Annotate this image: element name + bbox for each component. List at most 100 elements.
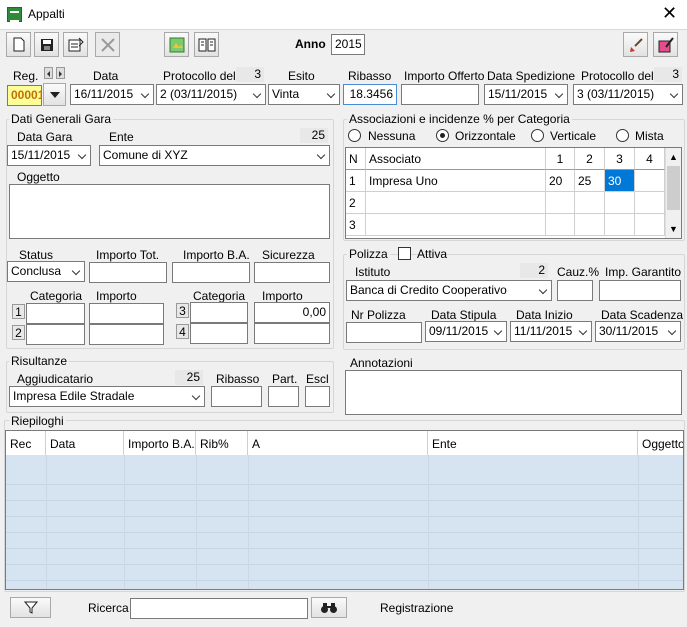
ribasso-input[interactable]: 18.3456: [343, 84, 397, 105]
escl-input[interactable]: [305, 386, 330, 407]
ente-count: 25: [300, 128, 328, 143]
riep-col-oggetto[interactable]: Oggetto: [638, 431, 683, 457]
grid-row-1-c2[interactable]: 25: [575, 170, 605, 192]
importo-4-input[interactable]: [254, 323, 330, 344]
new-document-button[interactable]: [6, 32, 31, 57]
grid-row-2-c1[interactable]: [546, 192, 575, 214]
book-button[interactable]: [194, 32, 219, 57]
ente-combo[interactable]: Comune di XYZ: [99, 145, 330, 166]
riepiloghi-title: Riepiloghi: [9, 414, 66, 428]
grid-row-3-c4[interactable]: [635, 214, 665, 236]
grid-row-2-c2[interactable]: [575, 192, 605, 214]
reg-input[interactable]: 00001: [7, 85, 42, 106]
associazioni-title: Associazioni e incidenze % per Categoria: [347, 112, 572, 126]
properties-icon: [68, 37, 84, 52]
aggiudicatario-combo[interactable]: Impresa Edile Stradale: [9, 386, 205, 407]
anno-input[interactable]: 2015: [331, 34, 365, 55]
scroll-up-icon[interactable]: ▲: [669, 152, 678, 162]
grid-row-1-associato[interactable]: Impresa Uno: [366, 170, 546, 192]
importo-2-input[interactable]: [89, 324, 164, 345]
edit-icon: [658, 36, 674, 52]
grid-header-4: 4: [635, 148, 665, 170]
search-button[interactable]: [311, 597, 347, 618]
importo-ba-input[interactable]: [172, 262, 250, 283]
app-icon: [7, 7, 22, 22]
grid-row-3-c2[interactable]: [575, 214, 605, 236]
dati-gara-title: Dati Generali Gara: [9, 112, 114, 126]
data-spedizione-combo[interactable]: 15/11/2015: [484, 84, 568, 105]
data-gara-combo[interactable]: 15/11/2015: [7, 145, 91, 166]
categoria-3-input[interactable]: [190, 302, 248, 323]
grid-row-3-c3[interactable]: [605, 214, 635, 236]
attiva-checkbox[interactable]: [398, 247, 411, 260]
protocollo2-combo[interactable]: 3 (03/11/2015): [573, 84, 683, 105]
prev-record-icon[interactable]: [44, 67, 53, 79]
grid-row-1-c3[interactable]: 30: [605, 170, 635, 192]
radio-verticale[interactable]: [531, 129, 544, 142]
radio-nessuna[interactable]: [348, 129, 361, 142]
grid-row-2-associato[interactable]: [366, 192, 546, 214]
imp-garantito-label: Imp. Garantito: [605, 265, 682, 279]
riep-col-rec[interactable]: Rec: [6, 431, 46, 457]
grid-row-3-c1[interactable]: [546, 214, 575, 236]
anno-label: Anno: [295, 37, 326, 51]
funnel-icon: [23, 601, 38, 614]
brush-button[interactable]: [623, 32, 648, 57]
sicurezza-input[interactable]: [254, 262, 330, 283]
cauz-input[interactable]: [557, 280, 593, 301]
riep-col-importo-ba[interactable]: Importo B.A.: [124, 431, 196, 457]
data-inizio-combo[interactable]: 11/11/2015: [510, 321, 592, 342]
data-spedizione-label: Data Spedizione: [487, 69, 576, 83]
part-input[interactable]: [268, 386, 299, 407]
grid-row-1-c4[interactable]: [635, 170, 665, 192]
riep-col-rib[interactable]: Rib%: [196, 431, 248, 457]
grid-scroll-thumb[interactable]: [667, 166, 680, 210]
esito-combo[interactable]: Vinta: [268, 84, 340, 105]
grid-row-1-c1[interactable]: 20: [546, 170, 575, 192]
grid-row-3-associato[interactable]: [366, 214, 546, 236]
filter-button[interactable]: [10, 597, 51, 618]
grid-row-2-c3[interactable]: [605, 192, 635, 214]
riep-col-a[interactable]: A: [248, 431, 428, 457]
properties-button[interactable]: [63, 32, 88, 57]
importo-offerto-input[interactable]: [401, 84, 479, 105]
imp-garantito-input[interactable]: [599, 280, 681, 301]
radio-mista[interactable]: [616, 129, 629, 142]
status-combo[interactable]: Conclusa: [7, 261, 85, 282]
istituto-combo[interactable]: Banca di Credito Cooperativo: [346, 280, 552, 301]
ricerca-input[interactable]: [130, 598, 308, 619]
next-record-icon[interactable]: [56, 67, 65, 79]
categoria-2-input[interactable]: [26, 324, 85, 345]
data-stipula-combo[interactable]: 09/11/2015: [425, 321, 507, 342]
data-combo[interactable]: 16/11/2015: [70, 84, 154, 105]
grid-header-2: 2: [575, 148, 605, 170]
protocollo-count: 3: [236, 67, 264, 82]
categoria-1-input[interactable]: [26, 303, 85, 324]
riep-col-ente[interactable]: Ente: [428, 431, 638, 457]
radio-orizzontale[interactable]: [436, 129, 449, 142]
close-icon[interactable]: ✕: [662, 3, 677, 24]
importo-label-left: Importo: [96, 289, 137, 303]
edit-button[interactable]: [653, 32, 678, 57]
reg-dropdown-button[interactable]: [43, 83, 66, 106]
save-button[interactable]: [34, 32, 59, 57]
importo-tot-input[interactable]: [89, 262, 167, 283]
scroll-down-icon[interactable]: ▼: [669, 224, 678, 234]
nr-polizza-label: Nr Polizza: [351, 308, 406, 322]
protocollo-combo[interactable]: 2 (03/11/2015): [156, 84, 266, 105]
refresh-button[interactable]: [164, 32, 189, 57]
nr-polizza-input[interactable]: [346, 322, 422, 343]
importo-3-input[interactable]: 0,00: [254, 302, 330, 323]
grid-row-1-n: 1: [346, 170, 366, 192]
data-label: Data: [93, 69, 119, 83]
riep-col-data[interactable]: Data: [46, 431, 124, 457]
annotazioni-textarea[interactable]: [345, 370, 682, 415]
grid-row-2-c4[interactable]: [635, 192, 665, 214]
oggetto-textarea[interactable]: [9, 184, 330, 239]
data-scadenza-combo[interactable]: 30/11/2015: [595, 321, 681, 342]
risultanze-ribasso-input[interactable]: [211, 386, 262, 407]
categoria-4-input[interactable]: [190, 323, 248, 344]
protocollo-label: Protocollo del: [163, 69, 236, 83]
delete-button[interactable]: [95, 32, 120, 57]
importo-1-input[interactable]: [89, 303, 164, 324]
